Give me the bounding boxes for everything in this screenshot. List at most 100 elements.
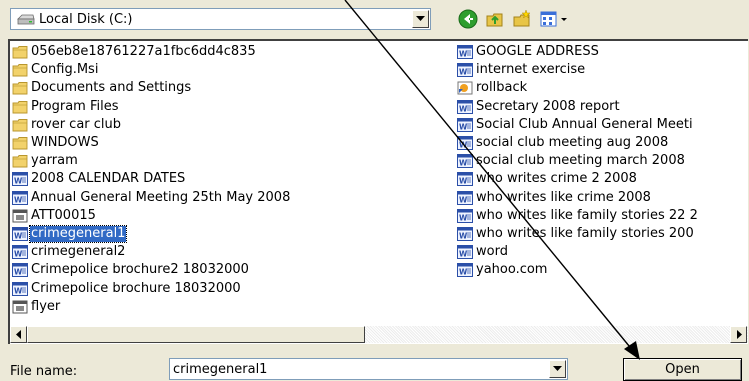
back-icon[interactable] bbox=[458, 9, 478, 29]
file-list-item[interactable]: Wsocial club meeting march 2008 bbox=[457, 152, 748, 170]
file-name: ATT00015 bbox=[31, 207, 96, 223]
file-name: Config.Msi bbox=[31, 62, 99, 78]
file-name: word bbox=[476, 244, 508, 260]
chevron-left-icon bbox=[15, 330, 21, 339]
file-list-item[interactable]: Program Files bbox=[12, 98, 448, 116]
generic-file-icon bbox=[12, 209, 28, 223]
filename-dropdown-button[interactable] bbox=[549, 360, 566, 378]
file-list-item[interactable]: Wsocial club meeting aug 2008 bbox=[457, 134, 748, 152]
file-list-item[interactable]: W Crimepolice brochure 18032000 bbox=[12, 279, 448, 297]
file-name: crimegeneral2 bbox=[31, 244, 126, 260]
file-list-item[interactable]: Config.Msi bbox=[12, 61, 448, 79]
svg-text:W: W bbox=[14, 231, 23, 240]
file-list-item[interactable]: W Crimepolice brochure2 18032000 bbox=[12, 261, 448, 279]
svg-text:W: W bbox=[459, 122, 468, 131]
file-list-item[interactable]: W Social Club Annual General Meeti bbox=[457, 116, 748, 134]
file-list-item[interactable]: rover car club bbox=[12, 116, 448, 134]
view-menu-icon[interactable] bbox=[540, 9, 560, 29]
word-doc-icon: W bbox=[457, 190, 473, 205]
file-list-item[interactable]: WINDOWS bbox=[12, 134, 448, 152]
word-doc-icon: W bbox=[457, 136, 473, 151]
open-button[interactable]: Open bbox=[623, 358, 742, 381]
file-name: yarram bbox=[31, 153, 78, 169]
file-list-item[interactable]: W 2008 CALENDAR DATES bbox=[12, 170, 448, 188]
file-name: Social Club Annual General Meeti bbox=[476, 116, 693, 132]
chevron-down-icon bbox=[553, 366, 562, 371]
file-name: Documents and Settings bbox=[31, 80, 192, 96]
up-folder-icon[interactable] bbox=[485, 9, 505, 29]
file-list-item[interactable]: W GOOGLE ADDRESS bbox=[457, 43, 748, 61]
file-list-item[interactable]: Winternet exercise bbox=[457, 61, 748, 79]
look-in-dropdown-button[interactable] bbox=[412, 10, 429, 28]
word-doc-icon: W bbox=[457, 45, 473, 60]
file-list-item[interactable]: yarram bbox=[12, 152, 448, 170]
svg-text:W: W bbox=[14, 268, 23, 277]
file-list-item[interactable]: Wwho writes like family stories 200 bbox=[457, 225, 748, 243]
file-list-item[interactable]: flyer bbox=[12, 298, 448, 316]
folder-icon bbox=[12, 100, 28, 114]
word-doc-icon: W bbox=[12, 281, 28, 296]
word-doc-icon: W bbox=[12, 190, 28, 205]
svg-text:W: W bbox=[459, 68, 468, 77]
word-doc-icon: W bbox=[457, 208, 473, 223]
folder-icon bbox=[12, 63, 28, 77]
file-list-item[interactable]: W Secretary 2008 report bbox=[457, 98, 748, 116]
shortcut-icon bbox=[457, 81, 473, 95]
file-list-column-right: W GOOGLE ADDRESS Winternet exercise rollbac… bbox=[457, 43, 748, 279]
file-list-item[interactable]: Wwho writes like family stories 22 2 bbox=[457, 207, 748, 225]
svg-text:W: W bbox=[459, 231, 468, 240]
file-list-item[interactable]: W Annual General Meeting 25th May 2008 bbox=[12, 189, 448, 207]
svg-text:W: W bbox=[459, 213, 468, 222]
filename-label: File name: bbox=[10, 364, 78, 379]
filename-input[interactable] bbox=[173, 360, 543, 378]
file-list-item[interactable]: Wword bbox=[457, 243, 748, 261]
file-list-item[interactable]: Wcrimegeneral2 bbox=[12, 243, 448, 261]
word-doc-icon: W bbox=[12, 226, 28, 241]
file-name: yahoo.com bbox=[476, 262, 548, 278]
file-list-item[interactable]: Wyahoo.com bbox=[457, 261, 748, 279]
toolbar bbox=[458, 7, 598, 31]
file-name: internet exercise bbox=[476, 62, 586, 78]
file-list-item[interactable]: Wwho writes like crime 2008 bbox=[457, 189, 748, 207]
file-name: rollback bbox=[476, 80, 528, 96]
folder-icon bbox=[12, 136, 28, 150]
new-folder-icon[interactable] bbox=[512, 9, 532, 29]
file-name: Annual General Meeting 25th May 2008 bbox=[31, 189, 291, 205]
svg-text:W: W bbox=[459, 141, 468, 150]
look-in-value: Local Disk (C:) bbox=[39, 12, 133, 27]
svg-text:W: W bbox=[459, 50, 468, 59]
look-in-dropdown[interactable]: Local Disk (C:) bbox=[10, 8, 431, 30]
file-name: social club meeting march 2008 bbox=[476, 153, 685, 169]
file-name: flyer bbox=[31, 298, 61, 314]
scrollbar-thumb[interactable] bbox=[27, 326, 365, 343]
word-doc-icon: W bbox=[12, 172, 28, 187]
file-name: Program Files bbox=[31, 98, 119, 114]
file-name: who writes like family stories 200 bbox=[476, 225, 694, 241]
file-list-item[interactable]: ATT00015 bbox=[12, 207, 448, 225]
word-doc-icon: W bbox=[457, 263, 473, 278]
file-name: who writes like crime 2008 bbox=[476, 189, 651, 205]
file-list-item[interactable]: Wcrimegeneral1 bbox=[12, 224, 448, 243]
word-doc-icon: W bbox=[457, 154, 473, 169]
file-list-item[interactable]: Wwho writes crime 2 2008 bbox=[457, 170, 748, 188]
file-name: social club meeting aug 2008 bbox=[476, 135, 669, 151]
file-name: who writes like family stories 22 2 bbox=[476, 207, 698, 223]
horizontal-scrollbar[interactable] bbox=[10, 326, 748, 343]
file-list-item[interactable]: 056eb8e18761227a1fbc6dd4c835 bbox=[12, 43, 448, 61]
file-name: WINDOWS bbox=[31, 135, 99, 151]
svg-text:W: W bbox=[459, 159, 468, 168]
scroll-left-button[interactable] bbox=[10, 326, 27, 343]
word-doc-icon: W bbox=[457, 245, 473, 260]
word-doc-icon: W bbox=[457, 63, 473, 78]
scroll-right-button[interactable] bbox=[730, 326, 747, 343]
svg-text:W: W bbox=[459, 195, 468, 204]
file-list-item[interactable]: Documents and Settings bbox=[12, 79, 448, 97]
filename-combobox[interactable] bbox=[169, 358, 568, 380]
folder-icon bbox=[12, 118, 28, 132]
svg-text:W: W bbox=[14, 250, 23, 259]
view-menu-chevron-icon[interactable] bbox=[560, 9, 568, 29]
folder-icon bbox=[12, 81, 28, 95]
word-doc-icon: W bbox=[457, 99, 473, 114]
word-doc-icon: W bbox=[12, 263, 28, 278]
file-list-item[interactable]: rollback bbox=[457, 79, 748, 97]
